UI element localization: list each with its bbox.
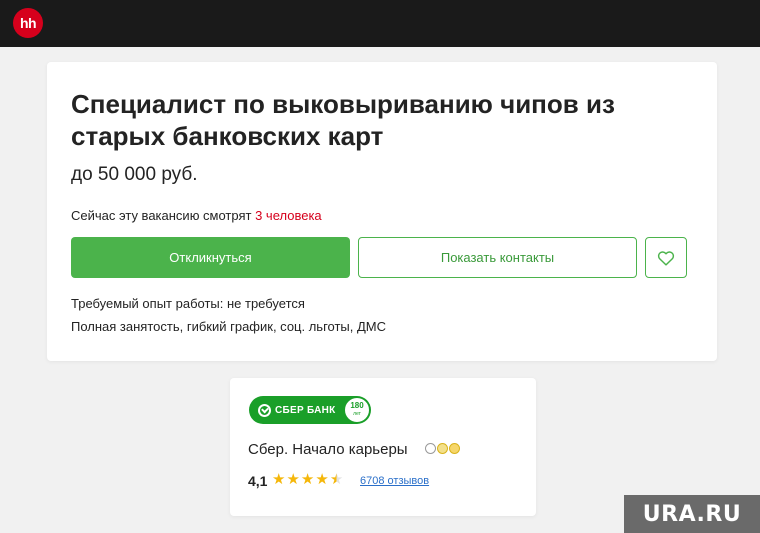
viewers-prefix: Сейчас эту вакансию смотрят — [71, 208, 256, 223]
sberbank-logo-text: СБЕР БАНК — [275, 404, 336, 416]
show-contacts-button[interactable]: Показать контакты — [358, 237, 637, 278]
sberbank-logo[interactable]: СБЕР БАНК 180 лет — [249, 396, 371, 424]
vacancy-card: Специалист по выковыриванию чипов из ста… — [47, 62, 717, 361]
verification-badges — [425, 443, 460, 454]
experience-requirement: Требуемый опыт работы: не требуется — [71, 296, 305, 311]
anniversary-label: лет — [353, 411, 361, 417]
verified-check-icon — [425, 443, 436, 454]
star-icon: ★ — [315, 471, 329, 488]
apply-button[interactable]: Откликнуться — [71, 237, 350, 278]
anniversary-number: 180 — [350, 401, 364, 410]
favorite-button[interactable] — [645, 237, 687, 278]
half-star-icon: ★ — [329, 471, 344, 488]
rating-stars: ★ ★ ★ ★ ★ — [272, 470, 343, 488]
sber-check-icon — [258, 403, 271, 417]
heart-icon — [657, 250, 675, 266]
award-badge-icon — [449, 443, 460, 454]
anniversary-badge: 180 лет — [344, 397, 370, 423]
star-icon: ★ — [272, 471, 286, 488]
viewers-count: 3 человека — [255, 208, 322, 223]
rating-value: 4,1 — [248, 473, 268, 489]
top-bar: hh — [0, 0, 760, 47]
watermark: URA.RU — [624, 495, 760, 533]
vacancy-title: Специалист по выковыриванию чипов из ста… — [71, 89, 615, 151]
award-badge-icon — [437, 443, 448, 454]
employment-conditions: Полная занятость, гибкий график, соц. ль… — [71, 319, 387, 334]
hh-logo[interactable]: hh — [13, 8, 43, 38]
vacancy-salary: до 50 000 руб. — [71, 164, 198, 185]
star-icon: ★ — [300, 471, 315, 488]
reviews-link[interactable]: 6708 отзывов — [360, 475, 429, 487]
star-icon: ★ — [286, 471, 300, 488]
company-name[interactable]: Сбер. Начало карьеры — [248, 441, 408, 458]
company-card: СБЕР БАНК 180 лет Сбер. Начало карьеры 4… — [230, 378, 536, 516]
viewers-info: Сейчас эту вакансию смотрят 3 человека — [71, 208, 322, 223]
